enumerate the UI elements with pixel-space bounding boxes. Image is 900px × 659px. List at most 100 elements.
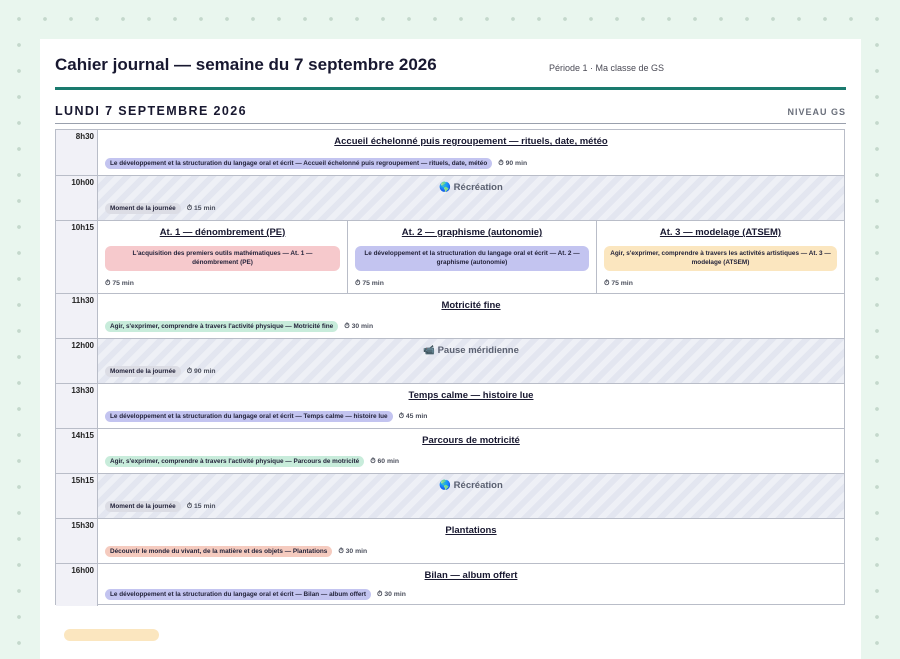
workshop-3[interactable]: At. 3 — modelage (ATSEM) Agir, s'exprime… bbox=[596, 221, 844, 293]
moment-tag: Moment de la journée bbox=[105, 203, 181, 214]
clock-icon: ⏱ bbox=[186, 367, 193, 375]
page-title: Cahier journal — semaine du 7 septembre … bbox=[55, 55, 437, 74]
break-title: 📹 Pause méridienne bbox=[423, 345, 519, 356]
duration-value: 90 min bbox=[505, 159, 528, 167]
duration-value: 30 min bbox=[384, 590, 406, 598]
activity-title[interactable]: Plantations bbox=[98, 525, 844, 536]
workshops-cell: At. 1 — dénombrement (PE) L'acquisition … bbox=[98, 221, 844, 293]
domain-tag: Le développement et la structuration du … bbox=[105, 411, 393, 422]
schedule-row: 10h15 At. 1 — dénombrement (PE) L'acquis… bbox=[56, 220, 844, 293]
domain-tag: Agir, s'exprimer, comprendre à travers l… bbox=[105, 321, 339, 332]
duration: ⏱ 75 min bbox=[105, 280, 134, 288]
day-header: LUNDI 7 SEPTEMBRE 2026 NIVEAU GS bbox=[55, 103, 846, 124]
workshop-2[interactable]: At. 2 — graphisme (autonomie) Le dévelop… bbox=[347, 221, 596, 293]
clock-icon: ⏱ bbox=[370, 457, 376, 465]
duration: ⏱ 75 min bbox=[604, 280, 633, 288]
clock-icon: ⏱ bbox=[344, 322, 350, 330]
duration: ⏱ 30 min bbox=[377, 591, 406, 599]
clock-icon: ⏱ bbox=[604, 280, 610, 287]
duration: ⏱ 90 min bbox=[498, 160, 527, 168]
activity-cell[interactable]: Temps calme — histoire lue Le développem… bbox=[98, 384, 844, 428]
schedule-row: 16h00 Bilan — album offert Le développem… bbox=[56, 563, 844, 606]
legend-chip bbox=[64, 629, 159, 641]
activity-cell[interactable]: Motricité fine Agir, s'exprimer, compren… bbox=[98, 294, 844, 338]
journal-page: Cahier journal — semaine du 7 septembre … bbox=[40, 39, 861, 659]
duration-value: 15 min bbox=[194, 204, 216, 212]
clock-icon: ⏱ bbox=[355, 280, 361, 287]
schedule-row: 15h15 🌎 Récréation Moment de la journée … bbox=[56, 473, 844, 518]
schedule-row: 11h30 Motricité fine Agir, s'exprimer, c… bbox=[56, 293, 844, 338]
time-label: 13h30 bbox=[56, 384, 98, 428]
time-label: 14h15 bbox=[56, 429, 98, 473]
clock-icon: ⏱ bbox=[377, 590, 383, 598]
domain-tag: Agir, s'exprimer, comprendre à travers l… bbox=[105, 456, 365, 467]
activity-title[interactable]: Accueil échelonné puis regroupement — ri… bbox=[98, 136, 844, 147]
break-cell[interactable]: 📹 Pause méridienne Moment de la journée … bbox=[98, 339, 844, 383]
activity-cell[interactable]: Accueil échelonné puis regroupement — ri… bbox=[98, 130, 844, 175]
period-label: Période 1 · Ma classe de GS bbox=[549, 63, 665, 73]
break-title: 🌎 Récréation bbox=[439, 182, 503, 193]
workshop-1[interactable]: At. 1 — dénombrement (PE) L'acquisition … bbox=[98, 221, 347, 293]
duration: ⏱ 30 min bbox=[344, 323, 373, 331]
activity-cell[interactable]: Bilan — album offert Le développement et… bbox=[98, 564, 844, 606]
duration-value: 75 min bbox=[112, 280, 134, 287]
clock-icon: ⏱ bbox=[186, 502, 193, 510]
duration-value: 90 min bbox=[194, 367, 216, 375]
domain-tag: Le développement et la structuration du … bbox=[355, 246, 589, 271]
duration: ⏱ 75 min bbox=[355, 280, 384, 288]
activity-title[interactable]: Temps calme — histoire lue bbox=[98, 390, 844, 401]
time-label: 15h15 bbox=[56, 474, 98, 518]
time-label: 8h30 bbox=[56, 130, 98, 175]
duration: ⏱ 15 min bbox=[187, 205, 216, 213]
domain-tag: Découvrir le monde du vivant, de la mati… bbox=[105, 546, 333, 557]
duration-value: 75 min bbox=[611, 280, 633, 287]
domain-tag: Agir, s'exprimer, comprendre à travers l… bbox=[604, 246, 837, 271]
activity-title[interactable]: Parcours de motricité bbox=[98, 435, 844, 446]
clock-icon: ⏱ bbox=[498, 159, 504, 167]
duration-value: 45 min bbox=[405, 412, 428, 420]
activity-title[interactable]: Motricité fine bbox=[98, 300, 844, 311]
day-schedule-grid: 8h30 Accueil échelonné puis regroupement… bbox=[55, 129, 845, 606]
time-label: 11h30 bbox=[56, 294, 98, 338]
duration: ⏱ 60 min bbox=[370, 458, 399, 466]
activity-cell[interactable]: Parcours de motricité Agir, s'exprimer, … bbox=[98, 429, 844, 473]
domain-tag: L'acquisition des premiers outils mathém… bbox=[105, 246, 340, 271]
schedule-row: 8h30 Accueil échelonné puis regroupement… bbox=[56, 130, 844, 175]
schedule-row: 14h15 Parcours de motricité Agir, s'expr… bbox=[56, 428, 844, 473]
time-label: 15h30 bbox=[56, 519, 98, 563]
clock-icon: ⏱ bbox=[398, 412, 404, 420]
journal-header: Cahier journal — semaine du 7 septembre … bbox=[55, 55, 846, 90]
duration: ⏱ 30 min bbox=[338, 548, 367, 556]
activity-cell[interactable]: Plantations Découvrir le monde du vivant… bbox=[98, 519, 844, 563]
workshop-title[interactable]: At. 1 — dénombrement (PE) bbox=[98, 227, 347, 238]
moment-tag: Moment de la journée bbox=[105, 501, 181, 512]
duration-value: 75 min bbox=[362, 280, 384, 287]
time-label: 10h15 bbox=[56, 221, 98, 293]
break-title: 🌎 Récréation bbox=[439, 480, 503, 491]
duration: ⏱ 45 min bbox=[399, 413, 428, 421]
schedule-row: 15h30 Plantations Découvrir le monde du … bbox=[56, 518, 844, 563]
break-cell[interactable]: 🌎 Récréation Moment de la journée ⏱ 15 mi… bbox=[98, 176, 844, 220]
workshop-title[interactable]: At. 2 — graphisme (autonomie) bbox=[348, 227, 596, 238]
duration-value: 15 min bbox=[194, 502, 216, 510]
workshop-title[interactable]: At. 3 — modelage (ATSEM) bbox=[597, 227, 844, 238]
clock-icon: ⏱ bbox=[105, 280, 111, 287]
duration-value: 30 min bbox=[345, 547, 368, 555]
schedule-row: 12h00 📹 Pause méridienne Moment de la jo… bbox=[56, 338, 844, 383]
domain-tag: Le développement et la structuration du … bbox=[105, 158, 493, 169]
day-title: LUNDI 7 SEPTEMBRE 2026 bbox=[55, 104, 247, 118]
moment-tag: Moment de la journée bbox=[105, 366, 181, 377]
clock-icon: ⏱ bbox=[338, 547, 344, 555]
domain-tag: Le développement et la structuration du … bbox=[105, 589, 372, 600]
time-label: 12h00 bbox=[56, 339, 98, 383]
activity-title[interactable]: Bilan — album offert bbox=[98, 570, 844, 581]
level-badge: NIVEAU GS bbox=[787, 107, 846, 117]
duration: ⏱ 15 min bbox=[187, 503, 216, 511]
schedule-row: 13h30 Temps calme — histoire lue Le déve… bbox=[56, 383, 844, 428]
time-label: 16h00 bbox=[56, 564, 98, 606]
time-label: 10h00 bbox=[56, 176, 98, 220]
schedule-row: 10h00 🌎 Récréation Moment de la journée … bbox=[56, 175, 844, 220]
clock-icon: ⏱ bbox=[186, 204, 193, 212]
duration-value: 60 min bbox=[377, 457, 400, 465]
break-cell[interactable]: 🌎 Récréation Moment de la journée ⏱ 15 mi… bbox=[98, 474, 844, 518]
